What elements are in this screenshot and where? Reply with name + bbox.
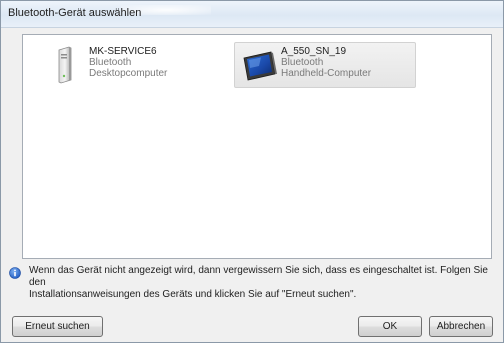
device-type: Handheld-Computer: [281, 68, 372, 79]
bluetooth-device-dialog: Bluetooth-Gerät auswählen MK-SERVICE6 Bl…: [0, 0, 504, 343]
device-name: A_550_SN_19: [281, 46, 347, 57]
window-title: Bluetooth-Gerät auswählen: [8, 7, 142, 19]
device-name: MK-SERVICE6: [89, 46, 157, 57]
handheld-computer-icon: [243, 51, 277, 81]
device-item-mk-service6[interactable]: MK-SERVICE6 Bluetooth Desktopcomputer: [42, 42, 234, 88]
device-transport: Bluetooth: [281, 57, 324, 68]
ok-button[interactable]: OK: [358, 316, 422, 337]
cancel-button[interactable]: Abbrechen: [429, 316, 493, 337]
rescan-button[interactable]: Erneut suchen: [12, 316, 103, 337]
title-bar[interactable]: Bluetooth-Gerät auswählen: [1, 1, 503, 28]
info-message: Wenn das Gerät nicht angezeigt wird, dan…: [29, 265, 499, 301]
info-line-2: Installationsanweisungen des Geräts und …: [29, 289, 357, 300]
device-list[interactable]: MK-SERVICE6 Bluetooth Desktopcomputer A_…: [22, 34, 492, 259]
info-icon: [9, 267, 21, 279]
device-transport: Bluetooth: [89, 57, 132, 68]
desktop-computer-icon: [58, 46, 72, 84]
info-line-1: Wenn das Gerät nicht angezeigt wird, dan…: [29, 265, 488, 288]
device-type: Desktopcomputer: [89, 68, 168, 79]
device-item-a-550-sn-19[interactable]: A_550_SN_19 Bluetooth Handheld-Computer: [234, 42, 416, 88]
